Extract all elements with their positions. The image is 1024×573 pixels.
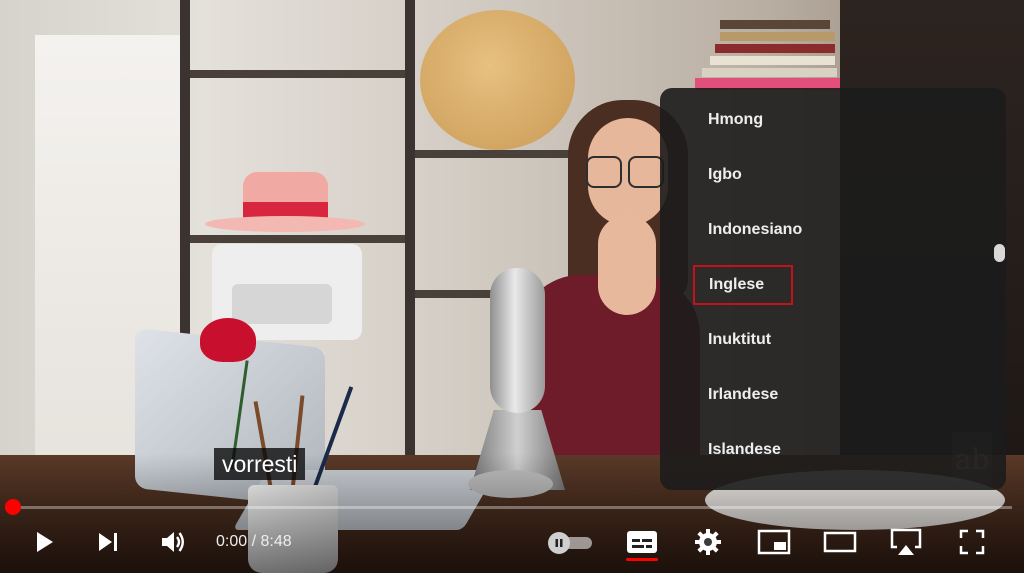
wooden-board [420,10,575,150]
menu-item-language[interactable]: Inuktitut [694,322,1008,358]
presenter-hand [598,215,656,315]
fullscreen-icon [959,529,985,555]
duration: 8:48 [260,533,292,550]
airplay-icon [890,528,922,555]
subtitles-button[interactable] [624,524,660,560]
volume-icon [162,532,184,552]
menu-item-language-selected[interactable]: Inglese [693,265,793,305]
menu-item-language[interactable]: Hmong [694,102,1008,138]
fullscreen-button[interactable] [954,524,990,560]
progress-scrubber[interactable] [5,499,21,515]
autoplay-knob [548,532,570,554]
autoplay-toggle[interactable] [548,532,592,554]
progress-bar[interactable] [12,506,1012,509]
pause-icon [555,539,563,547]
menu-item-language[interactable]: Islandese [694,432,1008,468]
caption-text: vorresti [214,448,306,480]
pink-hat [205,172,365,242]
settings-button[interactable] [690,524,726,560]
next-button[interactable] [90,524,126,560]
volume-button[interactable] [155,524,191,560]
play-icon [37,532,53,552]
red-flower [200,318,256,362]
shelf-post [405,0,415,460]
presenter-glasses [586,156,664,188]
video-player[interactable]: ab vorresti Hmong Igbo Indonesiano Ingle… [0,0,1024,573]
skip-next-icon [99,533,117,551]
current-time: 0:00 [216,533,248,550]
menu-item-language[interactable]: Irlandese [694,377,1008,413]
shelf-board [190,70,405,78]
subtitles-icon [627,531,657,553]
subtitles-active-indicator [626,558,658,561]
cast-button[interactable] [888,524,924,560]
menu-item-language[interactable]: Indonesiano [694,212,1008,248]
microphone [490,268,545,413]
play-button[interactable] [26,524,62,560]
menu-scrollbar[interactable] [994,244,1005,262]
miniplayer-icon [757,529,791,555]
book-stack [640,0,840,90]
gear-icon [695,529,721,555]
theater-button[interactable] [822,524,858,560]
subtitle-language-menu[interactable]: Hmong Igbo Indonesiano Inglese Inuktitut… [660,88,1006,490]
miniplayer-button[interactable] [756,524,792,560]
theater-mode-icon [823,531,857,553]
menu-item-language[interactable]: Igbo [694,157,1008,193]
time-separator: / [247,533,261,550]
time-display: 0:00 / 8:48 [216,532,292,552]
